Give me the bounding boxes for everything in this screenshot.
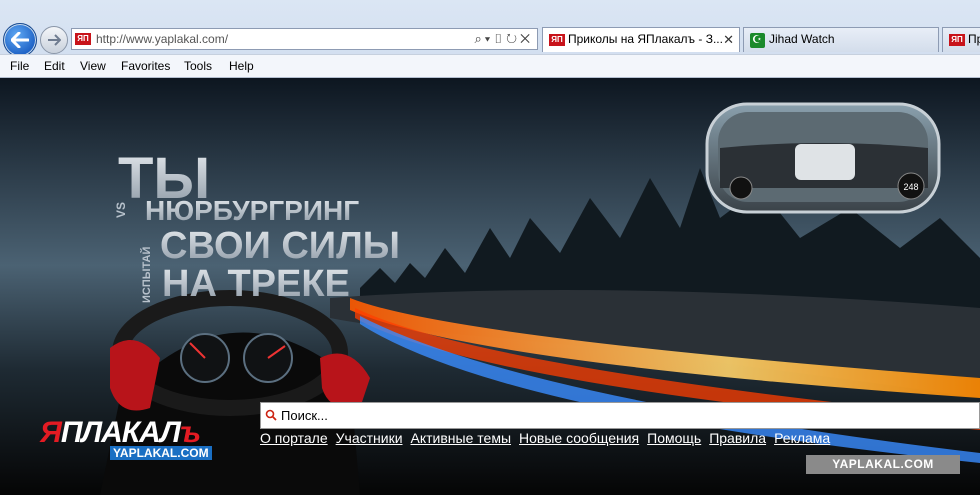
refresh-icon[interactable]: ↻	[506, 31, 520, 46]
site-nav: О портале Участники Активные темы Новые соо…	[260, 430, 838, 446]
menu-view[interactable]: View	[80, 59, 106, 73]
menu-favorites[interactable]: Favorites	[121, 59, 170, 73]
logo-red-letter: Я	[40, 416, 62, 449]
compat-icon[interactable]: ▯	[493, 31, 506, 46]
nav-active-topics[interactable]: Активные темы	[411, 430, 512, 446]
tab-yaplakal[interactable]: ЯП Приколы на ЯПлакалъ - З... ✕	[542, 27, 740, 52]
headline-side: ИСПЫТАЙ	[140, 247, 153, 303]
speed-readout: 248	[903, 182, 918, 192]
browser-chrome: ЯП http://www.yaplakal.com/ ⌕▾▯↻✕ ЯП При…	[0, 0, 980, 78]
search-icon[interactable]: ⌕	[474, 31, 484, 46]
nav-ads[interactable]: Реклама	[774, 430, 830, 446]
tab-label: Приколы на ЯПлакалъ - З...	[568, 32, 723, 46]
tab-favicon: ЯП	[949, 34, 965, 46]
search-placeholder: Поиск...	[281, 408, 328, 423]
search-icon	[265, 409, 277, 421]
nav-about[interactable]: О портале	[260, 430, 328, 446]
logo-white-letters: ПЛАКАЛ	[60, 416, 181, 449]
tab-jihad-watch[interactable]: Jihad Watch	[743, 27, 939, 52]
address-url[interactable]: http://www.yaplakal.com/	[96, 32, 228, 46]
forward-button[interactable]	[40, 26, 68, 54]
back-button[interactable]	[3, 23, 37, 57]
nav-new-posts[interactable]: Новые сообщения	[519, 430, 639, 446]
arrow-left-icon	[11, 32, 29, 48]
crescent-icon	[750, 29, 765, 52]
logo-wordmark[interactable]: ЯПЛАКАЛъ	[40, 416, 201, 450]
menu-help[interactable]: Help	[229, 59, 254, 73]
address-bar[interactable]: ЯП http://www.yaplakal.com/ ⌕▾▯↻✕	[71, 28, 538, 50]
address-tools: ⌕▾▯↻✕	[474, 31, 533, 47]
arrow-right-icon	[48, 34, 61, 46]
site-favicon: ЯП	[75, 33, 91, 45]
tab-label: Пр	[968, 32, 980, 46]
logo-subtitle: YAPLAKAL.COM	[110, 446, 212, 460]
headline-line4: НА ТРЕКЕ	[162, 263, 350, 305]
search-input[interactable]: Поиск...	[260, 402, 980, 429]
tab-label: Jihad Watch	[769, 32, 835, 46]
nav-members[interactable]: Участники	[336, 430, 403, 446]
headline-line3: СВОИ СИЛЫ	[160, 225, 400, 267]
stop-icon[interactable]: ✕	[520, 31, 533, 46]
tab-favicon: ЯП	[549, 34, 565, 46]
headline-line2: НЮРБУРГРИНГ	[145, 195, 359, 226]
nav-rules[interactable]: Правила	[709, 430, 766, 446]
nav-help[interactable]: Помощь	[647, 430, 701, 446]
watermark: YAPLAKAL.COM	[806, 455, 960, 474]
close-tab-icon[interactable]: ✕	[723, 28, 734, 51]
dropdown-icon[interactable]: ▾	[485, 31, 493, 46]
menu-tools[interactable]: Tools	[184, 59, 212, 73]
headline-vs: VS	[114, 202, 128, 218]
menu-edit[interactable]: Edit	[44, 59, 65, 73]
menu-file[interactable]: File	[10, 59, 29, 73]
logo-hard-sign: ъ	[179, 416, 201, 449]
menu-bar: File Edit View Favorites Tools Help	[0, 54, 980, 78]
tab-third[interactable]: ЯП Пр	[942, 27, 980, 52]
